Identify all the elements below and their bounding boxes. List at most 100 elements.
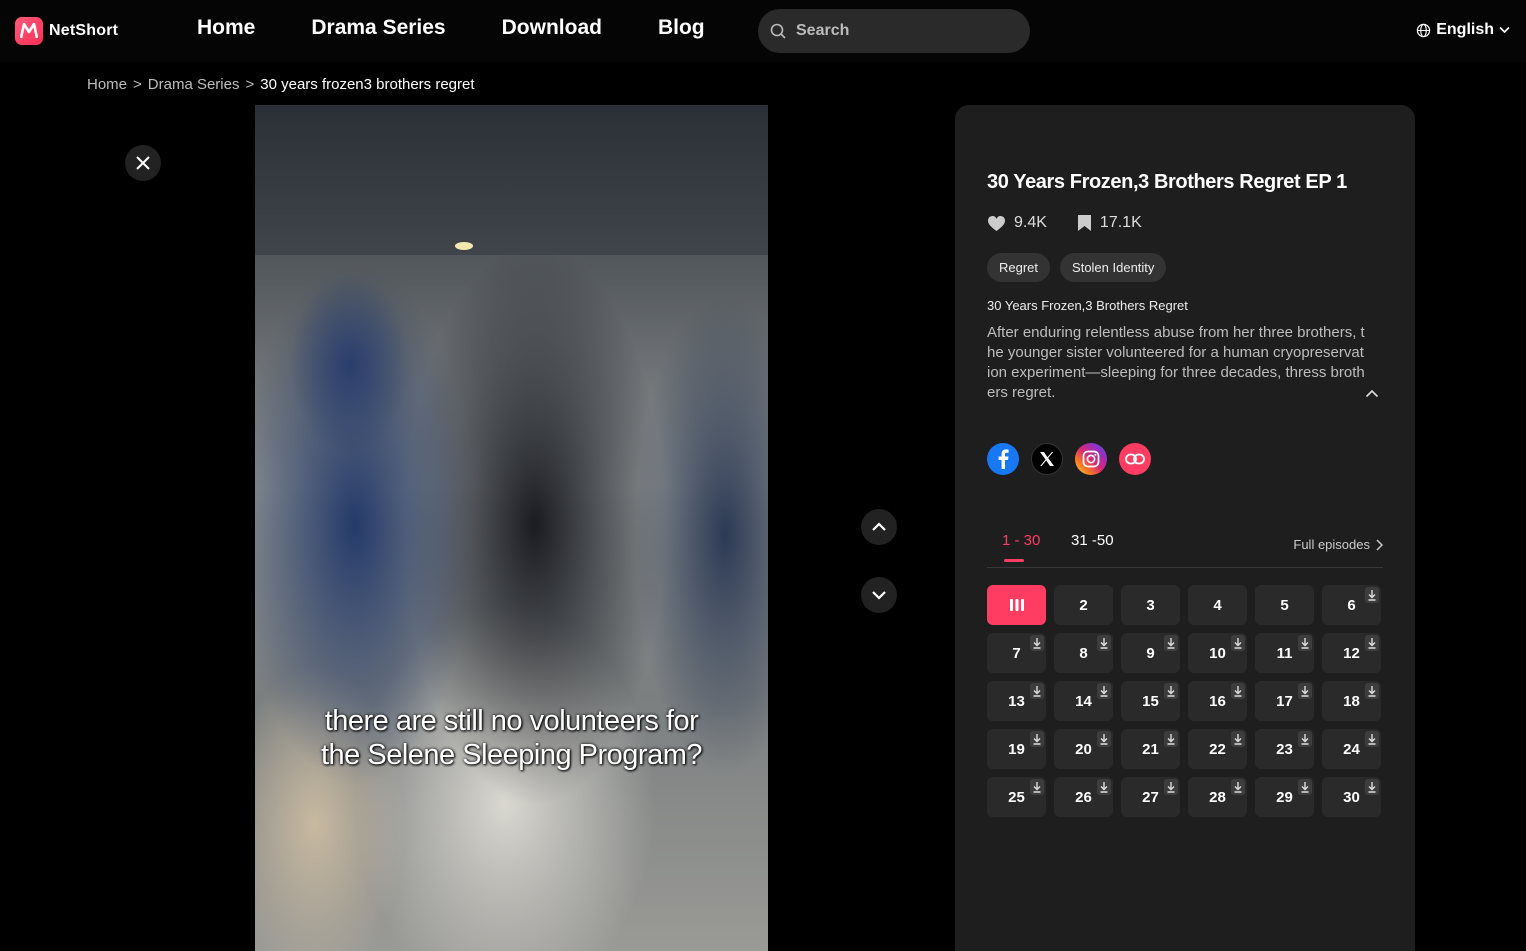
- tag-stolen-identity[interactable]: Stolen Identity: [1060, 253, 1167, 282]
- download-icon[interactable]: [1097, 683, 1111, 699]
- episode-button[interactable]: 6: [1322, 585, 1381, 625]
- facebook-share-button[interactable]: [987, 443, 1019, 475]
- episode-button[interactable]: 10: [1188, 633, 1247, 673]
- episode-button[interactable]: 17: [1255, 681, 1314, 721]
- next-episode-button[interactable]: [861, 577, 897, 613]
- episode-button[interactable]: 29: [1255, 777, 1314, 817]
- x-share-button[interactable]: [1031, 443, 1063, 475]
- facebook-icon: [998, 449, 1009, 469]
- language-selector[interactable]: English: [1416, 21, 1510, 39]
- nav-drama-series[interactable]: Drama Series: [311, 16, 445, 40]
- download-icon[interactable]: [1365, 635, 1379, 651]
- download-icon[interactable]: [1231, 779, 1245, 795]
- video-scene-light: [455, 242, 473, 250]
- episode-button[interactable]: 14: [1054, 681, 1113, 721]
- video-player[interactable]: there are still no volunteers for the Se…: [87, 105, 935, 951]
- tab-1-30[interactable]: 1 - 30: [1002, 532, 1040, 549]
- episode-button[interactable]: 27: [1121, 777, 1180, 817]
- instagram-share-button[interactable]: [1075, 443, 1107, 475]
- download-icon[interactable]: [1097, 731, 1111, 747]
- episode-button[interactable]: 3: [1121, 585, 1180, 625]
- search-input[interactable]: [796, 22, 1016, 40]
- chevron-down-icon: [1499, 26, 1510, 34]
- download-icon[interactable]: [1231, 635, 1245, 651]
- nav-blog[interactable]: Blog: [658, 16, 705, 40]
- chevron-up-icon: [872, 522, 886, 531]
- netshort-logo-icon: [15, 17, 43, 45]
- download-icon[interactable]: [1298, 779, 1312, 795]
- episode-button[interactable]: 25: [987, 777, 1046, 817]
- search-box[interactable]: [758, 9, 1030, 53]
- episode-number: 17: [1276, 692, 1293, 710]
- episode-button[interactable]: 2: [1054, 585, 1113, 625]
- episode-button[interactable]: 24: [1322, 729, 1381, 769]
- download-icon[interactable]: [1365, 731, 1379, 747]
- download-icon[interactable]: [1164, 683, 1178, 699]
- episode-number: 20: [1075, 740, 1092, 758]
- episode-button[interactable]: 15: [1121, 681, 1180, 721]
- download-icon[interactable]: [1030, 635, 1044, 651]
- episode-button[interactable]: 7: [987, 633, 1046, 673]
- close-button[interactable]: [125, 145, 161, 181]
- episode-button[interactable]: 28: [1188, 777, 1247, 817]
- episode-button[interactable]: 19: [987, 729, 1046, 769]
- episode-button[interactable]: [987, 585, 1046, 625]
- episode-button[interactable]: 22: [1188, 729, 1247, 769]
- episode-button[interactable]: 12: [1322, 633, 1381, 673]
- episode-button[interactable]: 13: [987, 681, 1046, 721]
- episode-button[interactable]: 30: [1322, 777, 1381, 817]
- download-icon[interactable]: [1030, 683, 1044, 699]
- download-icon[interactable]: [1298, 731, 1312, 747]
- episode-button[interactable]: 16: [1188, 681, 1247, 721]
- download-icon[interactable]: [1030, 731, 1044, 747]
- nav-download[interactable]: Download: [502, 16, 602, 40]
- breadcrumb-home[interactable]: Home: [87, 76, 127, 93]
- download-icon[interactable]: [1164, 731, 1178, 747]
- download-icon[interactable]: [1298, 635, 1312, 651]
- nav-home[interactable]: Home: [197, 16, 255, 40]
- heart-icon: [988, 215, 1005, 231]
- breadcrumb-drama-series[interactable]: Drama Series: [148, 76, 240, 93]
- copy-link-button[interactable]: [1119, 443, 1151, 475]
- episode-button[interactable]: 20: [1054, 729, 1113, 769]
- episode-number: 7: [1012, 644, 1021, 662]
- episode-button[interactable]: 8: [1054, 633, 1113, 673]
- download-icon[interactable]: [1097, 635, 1111, 651]
- episode-number: 29: [1276, 788, 1293, 806]
- download-icon[interactable]: [1097, 779, 1111, 795]
- download-icon[interactable]: [1365, 683, 1379, 699]
- download-icon[interactable]: [1365, 779, 1379, 795]
- previous-episode-button[interactable]: [861, 509, 897, 545]
- download-icon[interactable]: [1365, 587, 1379, 603]
- episode-button[interactable]: 5: [1255, 585, 1314, 625]
- logo[interactable]: NetShort: [15, 17, 118, 45]
- download-icon[interactable]: [1164, 635, 1178, 651]
- download-icon[interactable]: [1030, 779, 1044, 795]
- saves-stat[interactable]: 17.1K: [1077, 214, 1142, 232]
- video-frame[interactable]: there are still no volunteers for the Se…: [255, 105, 768, 951]
- episode-button[interactable]: 23: [1255, 729, 1314, 769]
- download-icon[interactable]: [1231, 683, 1245, 699]
- episode-number: 6: [1347, 596, 1356, 614]
- download-icon[interactable]: [1298, 683, 1312, 699]
- breadcrumb: Home > Drama Series > 30 years frozen3 b…: [87, 76, 475, 93]
- episode-button[interactable]: 21: [1121, 729, 1180, 769]
- likes-stat[interactable]: 9.4K: [987, 214, 1047, 232]
- episode-button[interactable]: 26: [1054, 777, 1113, 817]
- chevron-down-icon: [872, 591, 886, 600]
- episode-title: 30 Years Frozen,3 Brothers Regret EP 1: [987, 171, 1347, 193]
- x-icon: [1040, 452, 1054, 466]
- search-icon: [770, 23, 786, 39]
- tab-31-50[interactable]: 31 -50: [1071, 532, 1114, 549]
- episode-button[interactable]: 4: [1188, 585, 1247, 625]
- episode-button[interactable]: 11: [1255, 633, 1314, 673]
- episode-button[interactable]: 18: [1322, 681, 1381, 721]
- episode-button[interactable]: 9: [1121, 633, 1180, 673]
- download-icon[interactable]: [1164, 779, 1178, 795]
- logo-text: NetShort: [49, 22, 119, 39]
- full-episodes-link[interactable]: Full episodes: [1293, 537, 1383, 552]
- download-icon[interactable]: [1231, 731, 1245, 747]
- tag-regret[interactable]: Regret: [987, 253, 1051, 282]
- episode-number: 3: [1146, 596, 1155, 614]
- collapse-description-button[interactable]: [1365, 385, 1379, 403]
